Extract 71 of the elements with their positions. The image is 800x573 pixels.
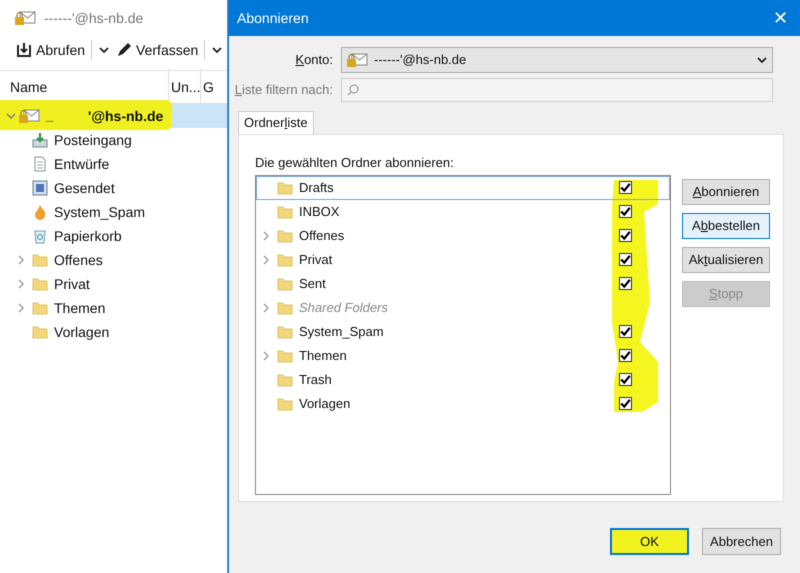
- folder-icon: [277, 396, 293, 412]
- side-button[interactable]: Aktualisieren: [682, 246, 770, 272]
- folder-item[interactable]: Papierkorb: [0, 224, 227, 248]
- folder-icon: [32, 324, 48, 340]
- search-icon: [346, 83, 360, 97]
- checkbox[interactable]: [619, 277, 632, 290]
- filter-field[interactable]: [341, 78, 773, 102]
- folder-icon: [277, 228, 293, 244]
- trash-icon: [32, 228, 48, 244]
- folder-row[interactable]: Vorlagen: [256, 392, 670, 416]
- folder-row[interactable]: Privat: [256, 248, 670, 272]
- checkbox[interactable]: [619, 229, 632, 242]
- folder-icon: [277, 204, 293, 220]
- folder-icon: [277, 276, 293, 292]
- toolbar-button[interactable]: Verfassen: [116, 40, 198, 60]
- list-label: Die gewählten Ordner abonnieren:: [255, 154, 455, 172]
- folder-item[interactable]: Entwürfe: [0, 152, 227, 176]
- folder-item[interactable]: Posteingang: [0, 128, 227, 152]
- document-icon: [32, 156, 48, 172]
- cancel-button[interactable]: Abbrechen: [702, 528, 781, 555]
- account-name: '@hs-nb.de: [88, 106, 164, 126]
- folder-row[interactable]: Offenes: [256, 224, 670, 248]
- checkbox[interactable]: [619, 181, 632, 194]
- checkbox[interactable]: [619, 325, 632, 338]
- column-header[interactable]: Name: [0, 71, 168, 103]
- ok-button[interactable]: OK: [610, 528, 689, 555]
- folder-item[interactable]: Themen: [0, 296, 227, 320]
- column-header[interactable]: G: [200, 71, 220, 103]
- account-dropdown[interactable]: ------'@hs-nb.de: [341, 47, 773, 73]
- folder-row[interactable]: Trash: [256, 368, 670, 392]
- folder-row[interactable]: System_Spam: [256, 320, 670, 344]
- checkbox[interactable]: [619, 205, 632, 218]
- account-icon: [346, 52, 368, 68]
- folder-icon: [32, 252, 48, 268]
- folder-row[interactable]: Sent: [256, 272, 670, 296]
- folder-row[interactable]: INBOX: [256, 200, 670, 224]
- close-button[interactable]: ✕: [769, 4, 792, 32]
- account-icon: [14, 10, 36, 26]
- checkbox[interactable]: [619, 397, 632, 410]
- sent-folder-icon: [32, 180, 48, 196]
- download-icon: [16, 42, 32, 58]
- folder-icon: [277, 324, 293, 340]
- folder-icon: [277, 252, 293, 268]
- folder-icon: [277, 180, 293, 196]
- folder-item[interactable]: System_Spam: [0, 200, 227, 224]
- checkbox[interactable]: [619, 253, 632, 266]
- filter-label: Liste filtern nach:: [234, 81, 334, 100]
- account-icon: [18, 108, 40, 124]
- folder-icon: [277, 348, 293, 364]
- folder-item[interactable]: Privat: [0, 272, 227, 296]
- tab[interactable]: Ordnerliste: [238, 111, 314, 134]
- checkbox[interactable]: [619, 349, 632, 362]
- checkbox[interactable]: [619, 373, 632, 386]
- folder-item[interactable]: Gesendet: [0, 176, 227, 200]
- side-button[interactable]: Abonnieren: [682, 178, 770, 204]
- toolbar-button[interactable]: Abrufen: [16, 40, 86, 60]
- folder-icon: [32, 276, 48, 292]
- folder-row[interactable]: Themen: [256, 344, 670, 368]
- folder-icon: [32, 300, 48, 316]
- pen-icon: [116, 42, 132, 58]
- dialog-title: Abonnieren: [237, 8, 309, 28]
- folder-item[interactable]: Offenes: [0, 248, 227, 272]
- folder-row[interactable]: Drafts: [256, 176, 670, 200]
- account-prefix: _: [46, 107, 54, 126]
- side-button[interactable]: Abbestellen: [682, 212, 770, 238]
- inbox-icon: [32, 132, 48, 148]
- folder-icon: [277, 372, 293, 388]
- folder-icon: [277, 300, 293, 316]
- account-label: Konto:: [294, 51, 334, 70]
- folder-item[interactable]: Vorlagen: [0, 320, 227, 344]
- window-title: ------'@hs-nb.de: [44, 8, 144, 28]
